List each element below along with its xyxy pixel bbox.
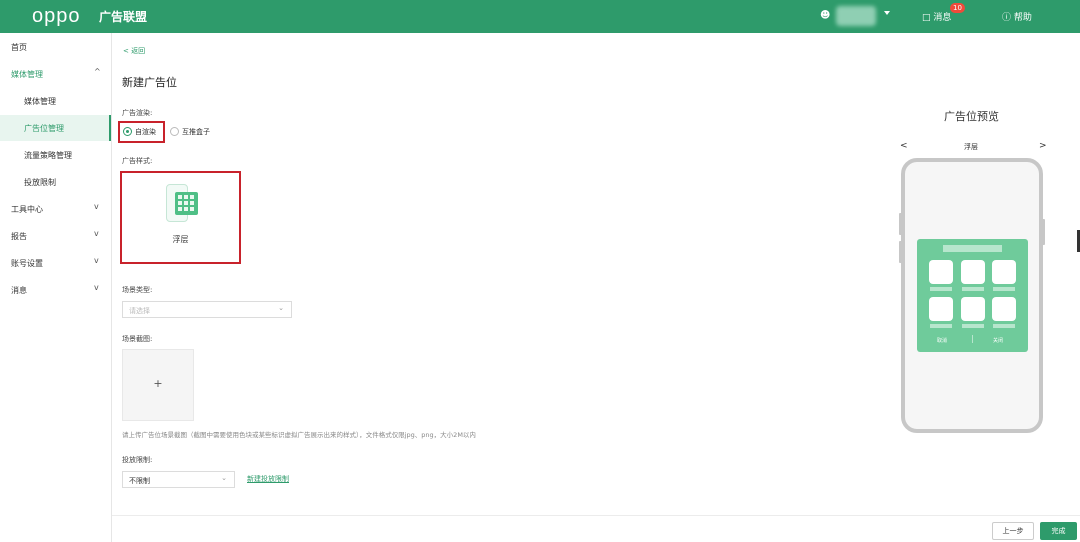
sidebar-item-ad-slot-management[interactable]: 广告位管理	[0, 115, 111, 141]
chevron-up-icon: ^	[94, 67, 101, 76]
overlay-app-label	[962, 324, 984, 328]
preview-next-arrow-icon[interactable]: >	[1039, 141, 1047, 151]
oppo-logo[interactable]: oppo	[32, 5, 81, 28]
radio-mutual-box-label[interactable]: 互推盒子	[182, 127, 210, 137]
radio-self-render[interactable]	[123, 127, 132, 136]
render-radio-group: 自渲染 互推盒子	[118, 121, 268, 143]
sidebar-item-traffic-strategy[interactable]: 流量策略管理	[0, 142, 111, 168]
sidebar-item-label: 流量策略管理	[24, 151, 72, 160]
render-label: 广告渲染:	[122, 109, 153, 117]
overlay-divider	[972, 335, 973, 343]
user-icon[interactable]: ☻	[820, 10, 830, 21]
radio-self-render-label[interactable]: 自渲染	[135, 127, 156, 137]
new-limit-link[interactable]: 新建投放限制	[247, 474, 289, 484]
help-label: 帮助	[1013, 13, 1032, 23]
sidebar-item-label: 投放限制	[24, 178, 56, 187]
back-link[interactable]: < 返回	[123, 46, 145, 56]
style-card-label: 浮层	[172, 235, 189, 244]
overlay-app-tile	[961, 297, 985, 321]
overlay-close: 关闭	[993, 338, 1004, 344]
chevron-down-icon: ⌄	[221, 474, 227, 482]
overlay-app-label	[930, 287, 952, 291]
limit-label: 投放限制:	[122, 456, 153, 464]
scene-type-placeholder: 请选择	[129, 307, 150, 315]
limit-value: 不限制	[129, 477, 150, 485]
sidebar-item-label: 广告位管理	[24, 124, 64, 133]
style-card-float[interactable]: 浮层	[120, 171, 241, 264]
overlay-app-tile	[961, 260, 985, 284]
overlay-cancel: 取消	[937, 338, 948, 344]
username-blurred[interactable]	[836, 6, 876, 26]
overlay-app-tile	[929, 260, 953, 284]
chevron-down-icon: v	[94, 283, 99, 292]
sidebar-item-media-group[interactable]: 媒体管理 ^	[0, 61, 111, 87]
help-icon: ⓘ	[1002, 13, 1012, 23]
overlay-app-tile	[992, 260, 1016, 284]
messages-badge: 10	[950, 3, 965, 13]
sidebar-item-account-settings[interactable]: 账号设置 v	[0, 250, 111, 276]
page-title: 新建广告位	[122, 76, 177, 89]
sidebar-item-label: 消息	[11, 286, 27, 295]
messages-button[interactable]: □ 消息	[922, 10, 951, 23]
sidebar-item-home[interactable]: 首页	[0, 34, 111, 60]
radio-mutual-box[interactable]	[170, 127, 179, 136]
sidebar-item-media-management[interactable]: 媒体管理	[0, 88, 111, 114]
sidebar-item-label: 报告	[11, 232, 27, 241]
sidebar: 首页 媒体管理 ^ 媒体管理 广告位管理 流量策略管理 投放限制 工具中心 v 报告…	[0, 33, 112, 542]
float-layer-icon	[166, 184, 200, 226]
sidebar-item-tools[interactable]: 工具中心 v	[0, 196, 111, 222]
preview-title: 广告位预览	[944, 110, 999, 123]
top-bar: oppo 广告联盟 ☻ □ 消息 10 ⓘ 帮助	[0, 0, 1080, 33]
sidebar-item-reports[interactable]: 报告 v	[0, 223, 111, 249]
overlay-app-tile	[992, 297, 1016, 321]
sidebar-item-label: 媒体管理	[11, 70, 43, 79]
chevron-down-icon: v	[94, 229, 99, 238]
limit-select[interactable]: 不限制 ⌄	[122, 471, 235, 488]
sidebar-item-messages[interactable]: 消息 v	[0, 277, 111, 303]
overlay-app-label	[993, 287, 1015, 291]
upload-hint: 请上传广告位场景截图（截图中需要使用色块或某些标识虚拟广告展示出来的样式），文件…	[122, 431, 476, 439]
overlay-app-label	[962, 287, 984, 291]
sidebar-item-label: 媒体管理	[24, 97, 56, 106]
style-label: 广告样式:	[122, 157, 153, 165]
sidebar-item-delivery-limit[interactable]: 投放限制	[0, 169, 111, 195]
scene-type-select[interactable]: 请选择 ⌄	[122, 301, 292, 318]
brand-title: 广告联盟	[99, 10, 148, 24]
plus-icon: +	[153, 377, 163, 390]
overlay-app-label	[930, 324, 952, 328]
overlay-title-bar	[943, 245, 1002, 252]
user-dropdown-caret-icon[interactable]	[884, 11, 890, 15]
screenshot-label: 场景截图:	[122, 335, 153, 343]
overlay-app-label	[993, 324, 1015, 328]
sidebar-item-label: 工具中心	[11, 205, 43, 214]
preview-style-name: 浮层	[964, 143, 978, 151]
screenshot-upload[interactable]: +	[122, 349, 194, 421]
scene-type-label: 场景类型:	[122, 286, 153, 294]
sidebar-item-label: 首页	[11, 43, 27, 52]
sidebar-item-label: 账号设置	[11, 259, 43, 268]
help-button[interactable]: ⓘ 帮助	[1002, 10, 1032, 23]
chevron-down-icon: v	[94, 256, 99, 265]
overlay-app-tile	[929, 297, 953, 321]
prev-step-button[interactable]: 上一步	[992, 522, 1034, 540]
chevron-down-icon: v	[94, 202, 99, 211]
preview-prev-arrow-icon[interactable]: <	[900, 141, 908, 151]
preview-float-overlay: 取消 关闭	[917, 239, 1028, 352]
done-button[interactable]: 完成	[1040, 522, 1077, 540]
messages-label: 消息	[933, 13, 952, 23]
chevron-down-icon: ⌄	[278, 304, 284, 312]
footer-divider	[112, 515, 1080, 516]
